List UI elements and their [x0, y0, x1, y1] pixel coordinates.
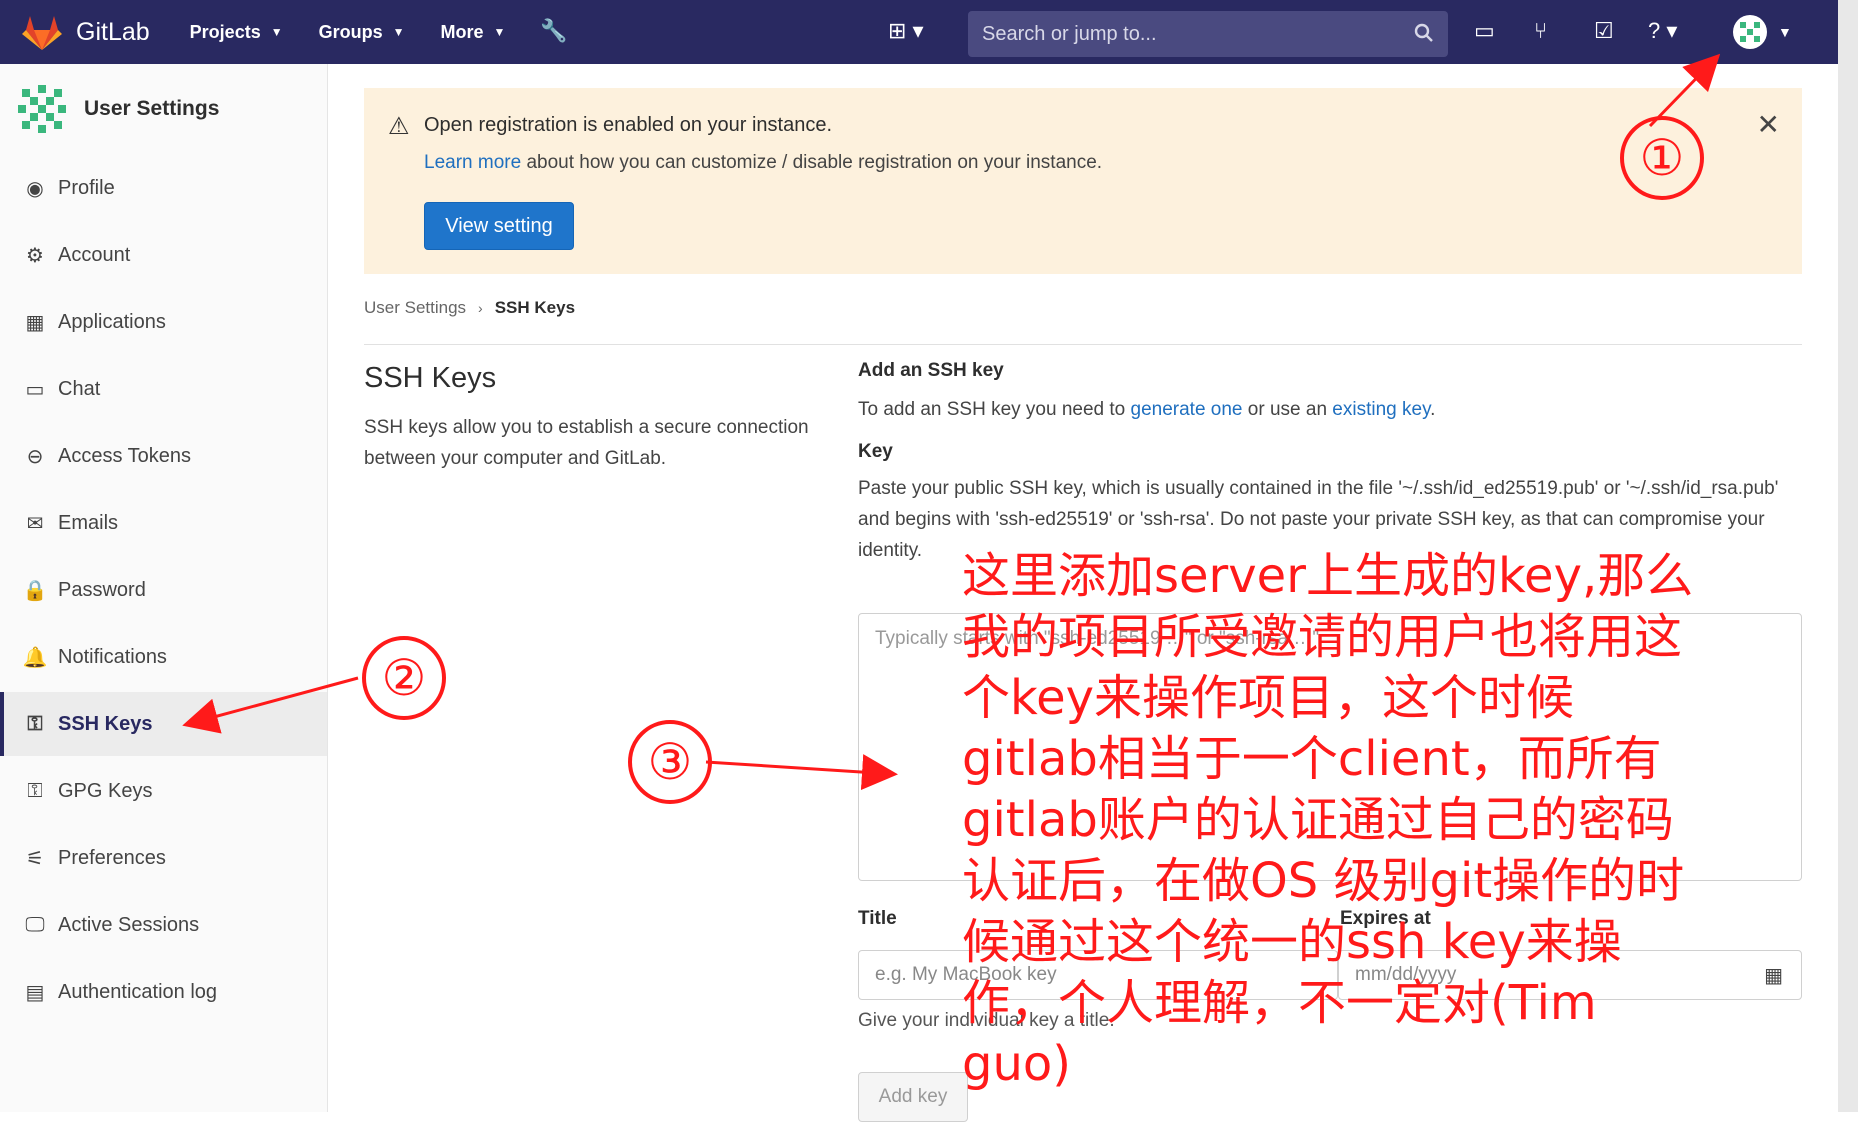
annotation-arrow-3 [705, 754, 898, 791]
annotation-arrow-1 [1648, 53, 1721, 128]
annotation-arrow-2 [182, 676, 359, 734]
annotation-note: 这里添加server上生成的key,那么我的项目所受邀请的用户也将用这个key来… [962, 548, 1694, 1092]
